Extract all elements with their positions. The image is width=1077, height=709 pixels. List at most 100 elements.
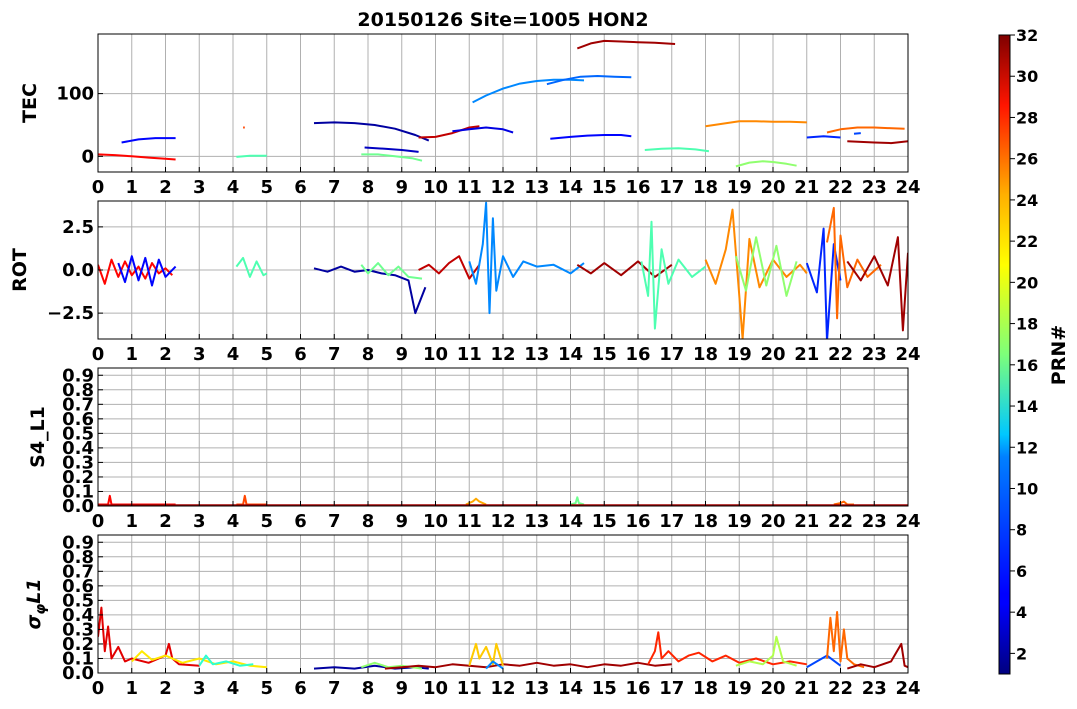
x-tick-label: 6 — [294, 344, 307, 365]
x-tick-label: 2 — [159, 678, 172, 699]
x-tick-label: 3 — [193, 177, 206, 198]
x-tick-label: 24 — [895, 344, 920, 365]
series-line-prn-4 — [452, 126, 514, 134]
x-tick-label: 14 — [558, 177, 583, 198]
y-tick-label: 0.0 — [62, 260, 94, 281]
series-line-prn-7 — [806, 654, 842, 669]
x-tick-label: 4 — [227, 678, 240, 699]
x-tick-label: 17 — [659, 177, 684, 198]
y-axis-label: σφL1 — [23, 578, 49, 629]
y-tick-label: −2.5 — [47, 303, 94, 324]
x-tick-label: 2 — [159, 344, 172, 365]
series-line-prn-9 — [472, 78, 585, 104]
x-tick-label: 8 — [362, 344, 375, 365]
x-tick-label: 4 — [227, 177, 240, 198]
x-tick-label: 11 — [457, 344, 482, 365]
x-tick-label: 22 — [828, 177, 853, 198]
series-line-prn-24 — [705, 120, 807, 128]
x-tick-label: 7 — [328, 678, 341, 699]
x-tick-label: 23 — [862, 511, 887, 532]
colorbar-tick-label: 26 — [1016, 150, 1038, 169]
x-tick-label: 14 — [558, 678, 583, 699]
x-tick-label: 21 — [794, 511, 819, 532]
series-line-prn-8 — [546, 75, 632, 86]
series-line-prn-31 — [846, 236, 908, 332]
colorbar-gradient — [998, 34, 1011, 675]
x-tick-label: 20 — [760, 177, 785, 198]
x-tick-label: 5 — [260, 344, 273, 365]
series-line-prn-28 — [98, 153, 176, 161]
x-tick-label: 22 — [828, 511, 853, 532]
x-tick-label: 15 — [592, 344, 617, 365]
y-tick-label: 2.5 — [62, 217, 94, 238]
x-tick-label: 9 — [395, 678, 408, 699]
x-tick-label: 18 — [693, 678, 718, 699]
series-line-prn-15 — [644, 147, 710, 153]
x-tick-label: 19 — [727, 177, 752, 198]
x-tick-label: 17 — [659, 511, 684, 532]
panel-1: 0 1 2 3 4 5 6 7 8 9 10 11 12 13 14 15 16 17 18 19 20 21 22 23 24… — [9, 200, 921, 365]
x-tick-label: 3 — [193, 678, 206, 699]
series-line-prn-15 — [640, 220, 707, 330]
x-tick-label: 12 — [490, 678, 515, 699]
x-tick-label: 8 — [362, 678, 375, 699]
series-line-prn-31 — [576, 260, 673, 278]
x-tick-label: 18 — [693, 177, 718, 198]
x-tick-label: 8 — [362, 511, 375, 532]
x-tick-label: 5 — [260, 678, 273, 699]
series-line-prn-2 — [313, 121, 430, 142]
x-tick-label: 12 — [490, 511, 515, 532]
x-tick-label: 6 — [294, 177, 307, 198]
series-line-prn-16 — [360, 262, 423, 280]
colorbar-tick-label: 6 — [1016, 562, 1027, 581]
y-axis-label: ROT — [9, 248, 31, 292]
series-line-prn-5 — [550, 134, 632, 140]
x-tick-label: 9 — [395, 177, 408, 198]
series-line-prn-31 — [576, 39, 676, 50]
series-line-prn-24 — [704, 208, 808, 339]
x-tick-label: 5 — [260, 511, 273, 532]
panel-3: 0 1 2 3 4 5 6 7 8 9 10 11 12 13 14 15 16 17 18 19 20 21 22 23 24… — [23, 532, 921, 699]
x-tick-label: 13 — [524, 678, 549, 699]
series-line-prn-6 — [806, 135, 841, 139]
y-tick-label: 0.9 — [62, 532, 94, 553]
x-tick-label: 22 — [828, 344, 853, 365]
series-line-prn-22 — [468, 642, 504, 666]
x-tick-label: 18 — [693, 511, 718, 532]
series-line-prn-28 — [98, 494, 176, 506]
x-tick-label: 2 — [159, 511, 172, 532]
series-line-prn-17 — [734, 236, 798, 297]
x-tick-label: 8 — [362, 177, 375, 198]
x-tick-label: 7 — [328, 511, 341, 532]
colorbar-tick-label: 10 — [1016, 479, 1038, 498]
series-line-prn-26 — [236, 494, 267, 506]
x-tick-label: 24 — [895, 678, 920, 699]
x-tick-label: 2 — [159, 177, 172, 198]
series-line-prn-9 — [468, 201, 585, 315]
figure: 20150126 Site=1005 HON2 0 1 2 3 4 5 6 7 8 9 10 11 12… — [9, 9, 1070, 699]
x-tick-label: 15 — [592, 511, 617, 532]
x-tick-label: 10 — [423, 511, 448, 532]
x-tick-label: 18 — [693, 344, 718, 365]
x-tick-label: 0 — [92, 344, 105, 365]
x-tick-label: 1 — [125, 177, 138, 198]
x-tick-label: 21 — [794, 177, 819, 198]
y-tick-label: 100 — [56, 84, 94, 105]
y-tick-label: 0 — [81, 146, 94, 167]
series-line-prn-17 — [735, 160, 797, 168]
x-tick-label: 3 — [193, 511, 206, 532]
x-tick-label: 7 — [328, 344, 341, 365]
series-line-prn-30 — [418, 125, 480, 139]
colorbar: 2468101214161820222426283032 PRN# — [998, 26, 1070, 675]
x-tick-label: 17 — [659, 678, 684, 699]
x-tick-label: 20 — [760, 344, 785, 365]
x-tick-label: 7 — [328, 177, 341, 198]
colorbar-tick-label: 8 — [1016, 521, 1027, 540]
x-tick-label: 10 — [423, 678, 448, 699]
colorbar-tick-label: 28 — [1016, 108, 1038, 127]
colorbar-tick-label: 16 — [1016, 356, 1038, 375]
x-tick-label: 11 — [457, 177, 482, 198]
series-line-prn-3 — [364, 146, 419, 153]
x-tick-label: 10 — [423, 344, 448, 365]
x-tick-label: 6 — [294, 678, 307, 699]
